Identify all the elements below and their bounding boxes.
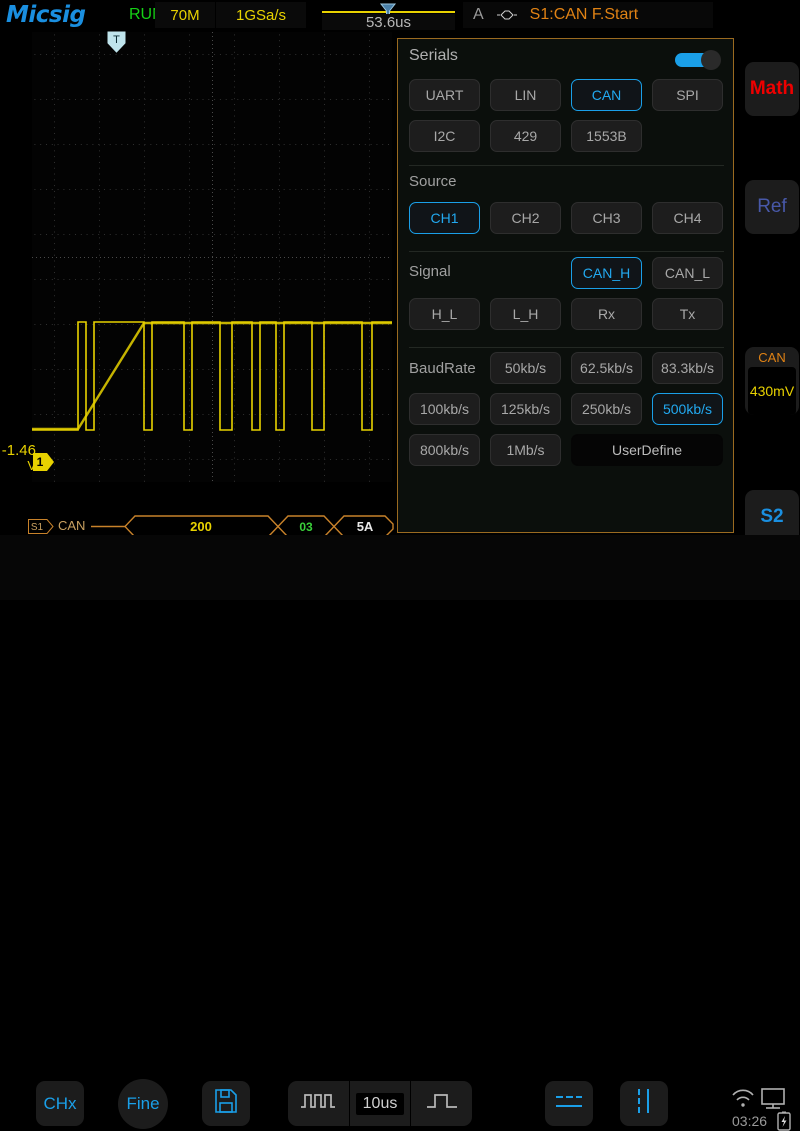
signal-button-rx[interactable]: Rx xyxy=(571,298,642,330)
signal-button-tx[interactable]: Tx xyxy=(652,298,723,330)
trigger-letter: A xyxy=(473,6,484,23)
source-label: Source xyxy=(409,173,457,190)
source-button-ch4[interactable]: CH4 xyxy=(652,202,723,234)
protocol-button-can[interactable]: CAN xyxy=(571,79,642,111)
baudrate-button-83-3kbs[interactable]: 83.3kb/s xyxy=(652,352,723,384)
time-reference-widget[interactable]: 53.6us xyxy=(322,1,455,31)
math-button[interactable]: Math xyxy=(745,62,799,116)
source-button-ch2[interactable]: CH2 xyxy=(490,202,561,234)
trigger-status-box[interactable]: A S1:CAN F.Start xyxy=(463,2,713,28)
signal-label: Signal xyxy=(409,263,451,280)
baudrate-button-500kbs[interactable]: 500kb/s xyxy=(652,393,723,425)
timebase-value-button[interactable]: 10us xyxy=(350,1081,411,1126)
source-button-ch3[interactable]: CH3 xyxy=(571,202,642,234)
can-widget-value: 430mV xyxy=(748,367,796,415)
protocol-button-i2c[interactable]: I2C xyxy=(409,120,480,152)
channel1-voltage-value: -1.46 xyxy=(1,442,36,459)
protocol-button-1553b[interactable]: 1553B xyxy=(571,120,642,152)
sample-rate-value: 1GSa/s xyxy=(235,6,287,24)
source-button-ch1[interactable]: CH1 xyxy=(409,202,480,234)
brand-logo: Micsig xyxy=(6,2,86,28)
trigger-label: S1:CAN F.Start xyxy=(529,6,639,23)
monitor-icon xyxy=(761,1088,785,1109)
signal-button-h-l[interactable]: H_L xyxy=(409,298,480,330)
decode-packet-1: 03 xyxy=(299,520,313,534)
serials-enable-toggle[interactable] xyxy=(675,50,721,70)
status-tray: 03:26 xyxy=(730,1083,794,1131)
horizontal-cursor-button[interactable] xyxy=(545,1081,593,1126)
horizontal-cursor-icon xyxy=(554,1090,584,1117)
pulse-train-icon xyxy=(300,1091,336,1116)
wifi-icon xyxy=(732,1089,754,1107)
baudrate-button-125kbs[interactable]: 125kb/s xyxy=(490,393,561,425)
baudrate-button-800kbs[interactable]: 800kb/s xyxy=(409,434,480,466)
header-bar: Micsig RUN 70M 1GSa/s 53.6us A S1:CAN F.… xyxy=(0,0,800,31)
fine-button[interactable]: Fine xyxy=(118,1079,168,1129)
single-pulse-icon xyxy=(425,1091,459,1116)
timebase-group: 10us xyxy=(288,1081,472,1126)
clock: 03:26 xyxy=(732,1113,768,1129)
baudrate-button-100kbs[interactable]: 100kb/s xyxy=(409,393,480,425)
serials-panel: Serials UART LIN CAN SPI I2C 429 1553B S… xyxy=(397,38,734,533)
protocol-button-uart[interactable]: UART xyxy=(409,79,480,111)
svg-text:1: 1 xyxy=(37,455,44,469)
protocol-button-lin[interactable]: LIN xyxy=(490,79,561,111)
ref-button[interactable]: Ref xyxy=(745,180,799,234)
single-pulse-button[interactable] xyxy=(411,1081,472,1126)
can-channel-widget[interactable]: CAN 430mV xyxy=(745,347,799,415)
trigger-hexagon-icon xyxy=(496,8,518,22)
toggle-knob xyxy=(701,50,721,70)
divider-baudrate xyxy=(409,347,724,348)
baudrate-button-1mbs[interactable]: 1Mb/s xyxy=(490,434,561,466)
can-widget-title: CAN xyxy=(758,349,786,365)
baudrate-button-50kbs[interactable]: 50kb/s xyxy=(490,352,561,384)
divider-signal xyxy=(409,251,724,252)
chx-button[interactable]: CHx xyxy=(36,1081,84,1126)
decode-packet-2: 5A xyxy=(357,519,374,534)
save-disk-icon xyxy=(214,1088,238,1119)
baudrate-label: BaudRate xyxy=(409,360,476,377)
time-offset-value: 53.6us xyxy=(322,14,455,31)
bottom-toolbar: CHx Fine 10us 03:26 xyxy=(0,535,800,1131)
timebase-value: 10us xyxy=(355,1092,405,1115)
panel-title: Serials xyxy=(409,47,458,64)
protocol-button-429[interactable]: 429 xyxy=(490,120,561,152)
sample-rate-box[interactable]: 1GSa/s xyxy=(216,2,306,28)
vertical-cursor-button[interactable] xyxy=(620,1081,668,1126)
memory-depth-box[interactable]: 70M xyxy=(155,2,215,28)
channel1-marker-tag[interactable]: 1 xyxy=(33,453,55,471)
channel1-voltage-readout: -1.46 V xyxy=(0,443,36,473)
save-button[interactable] xyxy=(202,1081,250,1126)
signal-button-can-h[interactable]: CAN_H xyxy=(571,257,642,289)
protocol-button-spi[interactable]: SPI xyxy=(652,79,723,111)
divider-source xyxy=(409,165,724,166)
baudrate-button-62-5kbs[interactable]: 62.5kb/s xyxy=(571,352,642,384)
baudrate-button-250kbs[interactable]: 250kb/s xyxy=(571,393,642,425)
decode-packet-0: 200 xyxy=(190,519,212,534)
signal-button-l-h[interactable]: L_H xyxy=(490,298,561,330)
battery-charging-icon xyxy=(777,1111,791,1131)
pulse-train-button[interactable] xyxy=(288,1081,349,1126)
signal-button-can-l[interactable]: CAN_L xyxy=(652,257,723,289)
channel1-waveform xyxy=(32,321,392,431)
right-sidebar: Math Ref CAN 430mV S2 xyxy=(737,30,800,544)
vertical-cursor-icon xyxy=(633,1087,655,1120)
baudrate-userdefine-field[interactable]: UserDefine xyxy=(571,434,723,466)
memory-depth-value: 70M xyxy=(170,6,200,24)
